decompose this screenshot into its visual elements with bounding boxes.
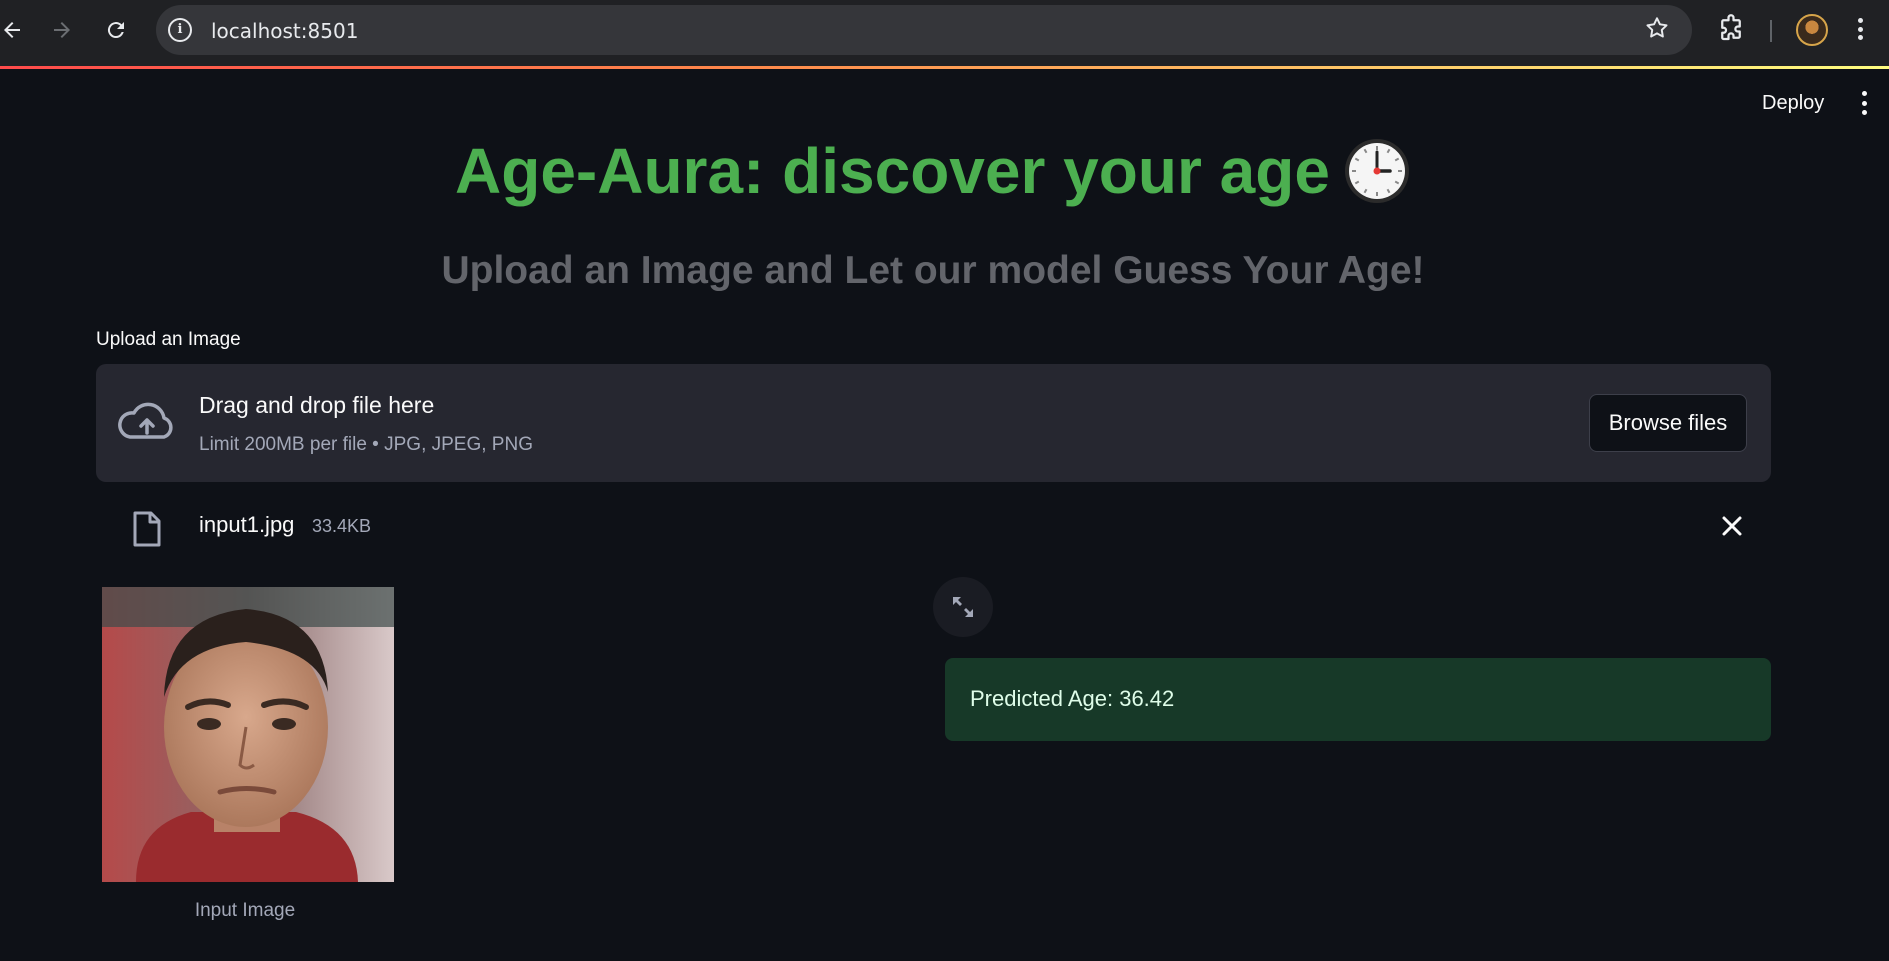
page-title: Age-Aura: discover your age [455, 135, 1330, 207]
dropzone-instructions: Drag and drop file here [199, 392, 435, 418]
browse-files-button[interactable]: Browse files [1589, 394, 1747, 452]
file-icon [133, 511, 161, 547]
browser-menu-icon[interactable] [1856, 14, 1864, 44]
forward-arrow-icon[interactable] [44, 12, 80, 48]
address-bar[interactable]: i localhost:8501 [156, 5, 1692, 55]
site-info-icon[interactable]: i [168, 18, 192, 42]
page-title-row: Age-Aura: discover your age [0, 134, 1866, 208]
browser-toolbar: i localhost:8501 [0, 0, 1889, 66]
uploaded-file-row: input1.jpg 33.4KB [96, 500, 1771, 556]
predicted-age-text: Predicted Age: 36.42 [970, 686, 1175, 711]
uploaded-file-name: input1.jpg [199, 512, 295, 537]
upload-label: Upload an Image [96, 329, 241, 350]
uploaded-file-size: 33.4KB [312, 516, 372, 536]
bookmark-star-icon[interactable] [1644, 15, 1670, 48]
back-arrow-icon[interactable] [0, 12, 30, 48]
remove-file-close-icon[interactable] [1716, 510, 1748, 542]
input-image [96, 587, 394, 882]
prediction-success-box: Predicted Age: 36.42 [945, 658, 1771, 741]
profile-avatar[interactable] [1796, 14, 1828, 46]
extensions-icon[interactable] [1716, 14, 1746, 44]
expand-arrows-icon [953, 597, 973, 617]
streamlit-decoration-bar [0, 66, 1889, 69]
file-dropzone[interactable]: Drag and drop file here Limit 200MB per … [96, 364, 1771, 482]
url-text[interactable]: localhost:8501 [211, 19, 358, 43]
cloud-upload-icon [118, 402, 173, 439]
app-menu-icon[interactable] [1860, 91, 1868, 115]
fullscreen-expand-button[interactable] [933, 577, 993, 637]
reload-icon[interactable] [98, 12, 134, 48]
dropzone-limit-text: Limit 200MB per file • JPG, JPEG, PNG [199, 434, 533, 455]
toolbar-divider [1770, 20, 1772, 42]
deploy-button[interactable]: Deploy [1754, 90, 1832, 117]
page-subtitle: Upload an Image and Let our model Guess … [441, 249, 1425, 292]
clock-icon [1345, 139, 1409, 203]
image-caption: Input Image [194, 900, 296, 921]
portrait-photo [96, 587, 394, 882]
